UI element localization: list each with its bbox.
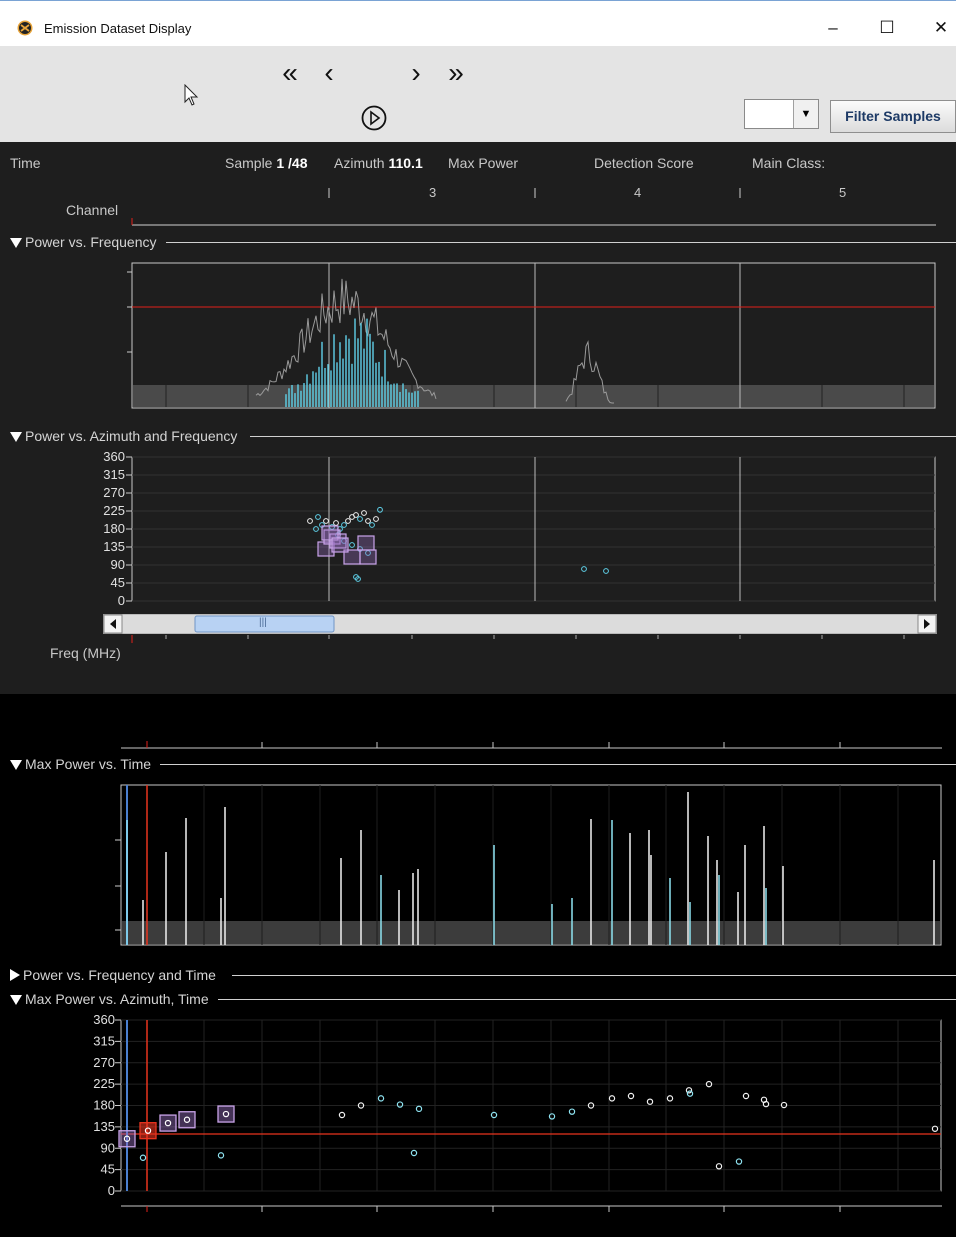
azimuth-tick-label: 315 <box>93 1033 115 1048</box>
collapse-triangle-icon[interactable] <box>10 238 22 248</box>
azimuth-tick-label: 45 <box>111 575 125 590</box>
highlight-box <box>357 535 375 551</box>
noise-floor-band <box>133 385 934 407</box>
highlight-box <box>331 537 349 553</box>
azimuth-tick-label: 0 <box>108 1183 115 1198</box>
azimuth-tick-label: 90 <box>111 557 125 572</box>
azimuth-tick-label: 270 <box>93 1055 115 1070</box>
section-divider <box>232 975 956 976</box>
power-azimuth-frequency-plot: 360 315 270 225 180 135 90 45 0 <box>103 449 936 608</box>
highlight-box <box>217 1105 235 1123</box>
highlight-box <box>178 1111 196 1129</box>
class-select[interactable]: ▼ <box>744 99 819 129</box>
channel-axis <box>131 188 936 226</box>
azimuth-tick-label: 45 <box>101 1162 115 1177</box>
last-sample-button[interactable]: » <box>440 58 472 88</box>
time-label: Time <box>10 155 41 171</box>
azimuth-tick-label: 225 <box>103 503 125 518</box>
time-axis-top <box>121 741 942 749</box>
azimuth-tick-label: 180 <box>93 1098 115 1113</box>
app-icon <box>17 20 33 36</box>
section-power-frequency-time[interactable]: Power vs. Frequency and Time <box>10 967 216 983</box>
collapse-triangle-icon[interactable] <box>10 432 22 442</box>
section-max-power-azimuth-time[interactable]: Max Power vs. Azimuth, Time <box>10 991 209 1007</box>
play-button[interactable] <box>360 104 388 132</box>
title-bar: Emission Dataset Display – ☐ ✕ <box>0 0 956 46</box>
frequency-axis <box>131 635 905 643</box>
close-button[interactable]: ✕ <box>926 15 956 41</box>
filter-samples-button[interactable]: Filter Samples <box>830 100 956 133</box>
azimuth-tick-label: 270 <box>103 485 125 500</box>
channel-3-label: 3 <box>429 185 437 200</box>
section-divider <box>250 436 956 437</box>
azimuth-tick-label: 360 <box>93 1012 115 1027</box>
azimuth-tick-label: 135 <box>103 539 125 554</box>
max-power-azimuth-time-plot: 360 315 270 225 180 135 90 45 0 <box>93 1012 942 1198</box>
window-title: Emission Dataset Display <box>44 21 192 36</box>
azimuth-tick-label: 0 <box>118 593 125 608</box>
azimuth-tick-label: 180 <box>103 521 125 536</box>
azimuth-tick-label: 225 <box>93 1076 115 1091</box>
highlight-box <box>118 1130 136 1148</box>
detection-score-label: Detection Score <box>594 155 694 171</box>
highlight-box <box>159 1114 177 1132</box>
next-sample-button[interactable]: › <box>400 58 432 88</box>
section-divider <box>166 242 956 243</box>
main-class-label: Main Class: <box>752 155 826 171</box>
collapse-triangle-icon[interactable] <box>10 995 22 1005</box>
section-divider <box>160 764 956 765</box>
noise-floor-band <box>122 921 940 944</box>
section-divider <box>218 999 956 1000</box>
power-frequency-plot <box>127 262 936 409</box>
highlight-box <box>139 1122 157 1140</box>
azimuth-tick-label: 315 <box>103 467 125 482</box>
azimuth-tick-label: 135 <box>93 1119 115 1134</box>
max-power-time-plot <box>115 784 942 946</box>
sample-indicator: Sample 1 /48 <box>225 155 308 171</box>
time-axis-bottom <box>121 1205 942 1212</box>
chevron-down-icon[interactable]: ▼ <box>793 100 818 128</box>
previous-sample-button[interactable]: ‹ <box>313 58 345 88</box>
maximize-button[interactable]: ☐ <box>872 15 902 41</box>
minimize-button[interactable]: – <box>818 15 848 41</box>
highlight-box <box>359 549 377 565</box>
azimuth-indicator: Azimuth 110.1 <box>334 155 423 171</box>
collapse-triangle-icon[interactable] <box>10 760 22 770</box>
section-max-power-time[interactable]: Max Power vs. Time <box>10 756 151 772</box>
channel-4-label: 4 <box>634 185 642 200</box>
azimuth-tick-label: 90 <box>101 1140 115 1155</box>
first-sample-button[interactable]: « <box>274 58 306 88</box>
azimuth-tick-label: 360 <box>103 449 125 464</box>
frequency-axis-label: Freq (MHz) <box>50 645 121 661</box>
section-power-frequency[interactable]: Power vs. Frequency <box>10 234 157 250</box>
frequency-scrollbar[interactable] <box>103 614 937 634</box>
channel-5-label: 5 <box>839 185 847 200</box>
section-power-azimuth-frequency[interactable]: Power vs. Azimuth and Frequency <box>10 428 237 444</box>
scroll-thumb-grip[interactable]: ||| <box>259 617 267 628</box>
max-power-label: Max Power <box>448 155 519 171</box>
mouse-cursor-icon <box>184 84 199 106</box>
expand-triangle-icon[interactable] <box>10 969 20 981</box>
